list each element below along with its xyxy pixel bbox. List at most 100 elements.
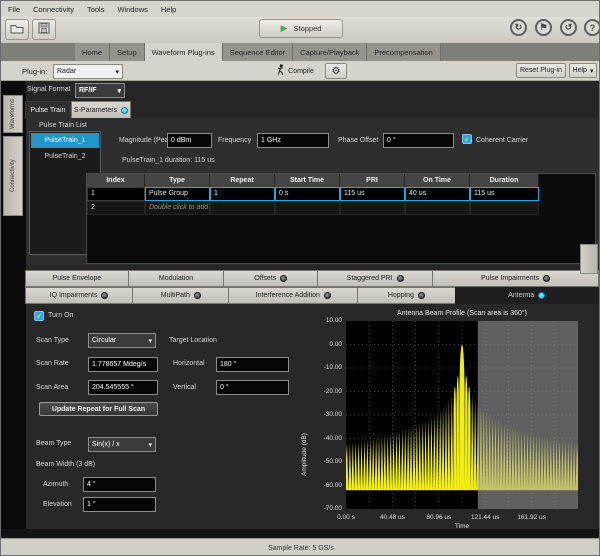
tab-label: Staggered PRI <box>347 275 393 282</box>
scan-type-select[interactable]: Circular ▾ <box>88 333 156 348</box>
cell-empty[interactable] <box>470 201 539 215</box>
tab-iq-impairments[interactable]: IQ Impairments <box>25 287 133 304</box>
chevron-down-icon: ▾ <box>115 68 119 76</box>
menu-windows[interactable]: Windows <box>117 5 147 14</box>
tab-state-icon <box>543 275 550 282</box>
vertical-scrollbar-thumb[interactable] <box>580 244 598 274</box>
cell-on-time[interactable]: 40 us <box>405 187 470 201</box>
tab-waveform-plugins[interactable]: Waveform Plug-ins <box>145 43 223 61</box>
menu-tools[interactable]: Tools <box>87 5 105 14</box>
tab-antenna[interactable]: Antenna <box>455 287 599 304</box>
tab-state-icon <box>101 292 108 299</box>
scan-area-label: Scan Area <box>36 384 68 391</box>
refresh-icon: ↺ <box>565 22 573 33</box>
beam-type-select[interactable]: Sin(x) / x ▾ <box>88 437 156 452</box>
cell-repeat[interactable]: 1 <box>210 187 275 201</box>
restart-button[interactable]: ↻ <box>510 19 527 36</box>
menu-help[interactable]: Help <box>161 5 176 14</box>
save-button[interactable] <box>32 19 56 40</box>
tab-hopping[interactable]: Hopping <box>357 287 455 304</box>
beam-type-label: Beam Type <box>36 440 71 447</box>
compile-button[interactable]: Compile <box>269 63 321 79</box>
tab-home[interactable]: Home <box>75 43 110 61</box>
plugin-help-button[interactable]: Help ▾ <box>569 63 597 78</box>
compile-settings-button[interactable]: ⚙ <box>325 63 347 79</box>
coherent-carrier-checkbox[interactable]: ✓ <box>462 134 472 144</box>
tab-pulse-impairments[interactable]: Pulse Impairments <box>432 270 599 287</box>
compile-person-icon <box>276 64 285 78</box>
phase-offset-input[interactable]: 0 ° <box>383 133 454 148</box>
tab-s-parameters[interactable]: S-Parameters <box>71 101 131 119</box>
tab-offsets[interactable]: Offsets <box>223 270 318 287</box>
table-row-selected[interactable]: 1 Pulse Group 1 0 s 115 us 40 us 115 us <box>87 187 539 201</box>
tab-pulse-envelope[interactable]: Pulse Envelope <box>25 270 129 287</box>
chevron-down-icon: ▾ <box>148 441 152 449</box>
dock-tab-connectivity[interactable]: Connectivity <box>3 136 23 216</box>
azimuth-input[interactable]: 4 ° <box>83 477 156 492</box>
target-location-label: Target Location <box>169 337 217 344</box>
menu-bar: File Connectivity Tools Windows Help <box>1 1 600 17</box>
col-index[interactable]: Index <box>87 174 145 187</box>
col-repeat[interactable]: Repeat <box>210 174 275 187</box>
refresh-button[interactable]: ↺ <box>560 19 577 36</box>
tab-sequence-editor[interactable]: Sequence Editor <box>223 43 293 61</box>
col-on-time[interactable]: On Time <box>405 174 470 187</box>
cell-duration[interactable]: 115 us <box>470 187 539 201</box>
menu-connectivity[interactable]: Connectivity <box>33 5 74 14</box>
cell-empty[interactable] <box>210 201 275 215</box>
open-file-button[interactable] <box>5 19 29 40</box>
table-row-add[interactable]: 2 Double click to add <box>87 201 539 215</box>
main-tab-bar: Home Setup Waveform Plug-ins Sequence Ed… <box>1 43 600 61</box>
magnitude-input[interactable]: 0 dBm <box>167 133 212 148</box>
cell-empty[interactable] <box>405 201 470 215</box>
signal-format-select[interactable]: RF/IF ▾ <box>75 83 125 98</box>
tab-staggered-pri[interactable]: Staggered PRI <box>317 270 433 287</box>
x-tick-label: 0.00 s <box>324 514 368 521</box>
tab-pulse-train[interactable]: Pulse Train <box>25 101 71 119</box>
cell-pri[interactable]: 115 us <box>340 187 405 201</box>
play-icon: ▶ <box>281 23 288 34</box>
chart-plot-area <box>346 321 578 509</box>
tab-state-icon <box>194 292 201 299</box>
vertical-input[interactable]: 0 ° <box>216 380 289 395</box>
run-stop-button[interactable]: ▶ Stopped <box>259 19 343 38</box>
cell-empty[interactable] <box>340 201 405 215</box>
tab-state-icon <box>418 292 425 299</box>
application-window: File Connectivity Tools Windows Help ▶ S… <box>0 0 600 556</box>
tab-capture-playback[interactable]: Capture/Playback <box>293 43 367 61</box>
tab-modulation[interactable]: Modulation <box>128 270 224 287</box>
cell-start-time[interactable]: 0 s <box>275 187 340 201</box>
col-pri[interactable]: PRI <box>340 174 405 187</box>
cell-index[interactable]: 2 <box>87 201 145 215</box>
tab-precompensation[interactable]: Precompensation <box>367 43 440 61</box>
tab-multipath[interactable]: MultiPath <box>132 287 229 304</box>
cell-type[interactable]: Pulse Group <box>145 187 210 201</box>
reset-plugin-button[interactable]: Reset Plug-in <box>516 63 566 78</box>
frequency-input[interactable]: 1 GHz <box>257 133 329 148</box>
help-button[interactable]: ? <box>584 19 600 36</box>
horizontal-input[interactable]: 180 ° <box>216 357 289 372</box>
signal-format-value: RF/IF <box>79 87 97 94</box>
scan-rate-input[interactable]: 1.778657 Mdeg/s <box>88 357 158 372</box>
col-duration[interactable]: Duration <box>470 174 539 187</box>
update-repeat-button[interactable]: Update Repeat for Full Scan <box>39 402 158 416</box>
list-item-pulsetrain-1[interactable]: PulseTrain_1 <box>31 133 99 148</box>
turn-on-checkbox[interactable]: ✓ <box>34 311 44 321</box>
plugin-select[interactable]: Radar ▾ <box>53 64 123 79</box>
signal-format-label: Signal Format <box>27 86 71 93</box>
elevation-input[interactable]: 1 ° <box>83 497 156 512</box>
dock-tab-waveforms[interactable]: Waveforms <box>3 95 23 133</box>
menu-file[interactable]: File <box>8 5 20 14</box>
marker-button[interactable]: ⚑ <box>535 19 552 36</box>
col-start-time[interactable]: Start Time <box>275 174 340 187</box>
cell-index[interactable]: 1 <box>87 187 145 201</box>
col-type[interactable]: Type <box>145 174 210 187</box>
scan-area-input[interactable]: 204.545555 ° <box>88 380 158 395</box>
cell-add-hint[interactable]: Double click to add <box>145 201 210 215</box>
feature-tab-row-1: Pulse Envelope Modulation Offsets Stagge… <box>26 270 599 287</box>
chart-title: Antenna Beam Profile (Scan area is 360°) <box>346 310 578 317</box>
tab-interference-addition[interactable]: Interference Addition <box>228 287 358 304</box>
list-item-pulsetrain-2[interactable]: PulseTrain_2 <box>31 149 99 164</box>
tab-setup[interactable]: Setup <box>110 43 145 61</box>
cell-empty[interactable] <box>275 201 340 215</box>
